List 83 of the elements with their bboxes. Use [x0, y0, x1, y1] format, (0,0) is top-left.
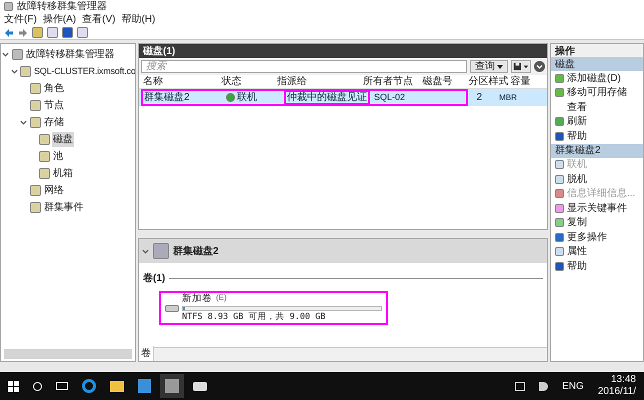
table-row[interactable]: 群集磁盘2 联机 仲裁中的磁盘见证 SQL-02 2 MBR — [139, 89, 547, 106]
panel-header: 磁盘(1) — [139, 44, 547, 58]
forward-icon[interactable] — [18, 28, 28, 38]
table-cell-text: SQL-02 — [374, 90, 406, 104]
node-icon — [30, 185, 41, 196]
horizontal-scrollbar[interactable] — [4, 349, 132, 359]
volume-info: NTFS 8.93 GB 可用，共 9.00 GB — [182, 311, 326, 324]
task-view-icon[interactable] — [56, 382, 68, 390]
action-item[interactable]: 查看 — [567, 100, 587, 115]
tree-item[interactable]: 网络 — [43, 183, 65, 198]
details-title: 群集磁盘2 — [173, 244, 219, 258]
action-item[interactable]: 移动可用存储 — [567, 85, 627, 100]
tree-item[interactable]: 角色 — [43, 81, 65, 96]
back-icon[interactable] — [4, 28, 14, 38]
drive-icon — [165, 304, 179, 312]
clock-date[interactable]: 2016/11/ — [598, 386, 636, 398]
action-item[interactable]: 显示关键事件 — [567, 200, 627, 216]
action-item[interactable]: 添加磁盘(D) — [567, 70, 621, 86]
tree-item[interactable]: 机箱 — [52, 166, 74, 181]
tree-item[interactable]: 群集事件 — [43, 200, 84, 215]
table-cell-text: 群集磁盘2 — [144, 91, 191, 105]
table-cell-text: 2 — [475, 91, 483, 105]
expander-icon[interactable] — [11, 68, 18, 75]
save-icon[interactable] — [511, 60, 531, 73]
online-icon — [226, 93, 235, 102]
panel-icon — [77, 27, 88, 38]
table-cell-text: MBR — [498, 92, 518, 104]
actions-group-header: 群集磁盘2 — [551, 144, 643, 158]
menu-item[interactable]: 操作(A) — [42, 14, 76, 24]
table-cell-text: 仲裁中的磁盘见证 — [287, 90, 367, 105]
column-header[interactable]: 容量 — [510, 74, 543, 89]
drive-icon[interactable] — [193, 382, 207, 390]
action-item[interactable]: 刷新 — [567, 114, 587, 130]
menu-item[interactable]: 文件(F) — [4, 14, 37, 24]
panel-icon — [47, 27, 58, 38]
drive-letter: (E) — [216, 292, 227, 304]
language-indicator[interactable]: ENG — [562, 378, 584, 394]
column-header[interactable]: 名称 — [143, 74, 222, 89]
column-header[interactable]: 分区样式 — [468, 74, 510, 89]
node-icon — [30, 202, 41, 213]
tree-item[interactable]: 池 — [52, 149, 64, 164]
menu-item[interactable]: 查看(V) — [82, 14, 116, 24]
collapse-icon[interactable] — [142, 248, 149, 254]
node-icon — [30, 100, 41, 111]
expander-icon[interactable] — [20, 119, 27, 126]
clock-time[interactable]: 13:48 — [610, 374, 636, 386]
column-header[interactable]: 所有者节点 — [363, 74, 422, 89]
action-item[interactable]: 更多操作 — [567, 230, 607, 245]
actions-group-header: 磁盘 — [551, 57, 643, 71]
tree-item[interactable]: 故障转移群集管理器 — [25, 47, 116, 62]
query-button[interactable]: 查询 — [470, 60, 508, 73]
node-icon — [30, 83, 41, 94]
column-header[interactable]: 磁盘号 — [422, 74, 468, 89]
volume-name: 新加卷 — [182, 292, 212, 306]
node-icon — [39, 151, 50, 162]
action-item[interactable]: 复制 — [567, 215, 587, 230]
node-icon — [39, 168, 50, 179]
table-cell-text: 联机 — [237, 90, 257, 105]
node-icon — [12, 49, 23, 60]
start-icon[interactable] — [8, 380, 19, 392]
expander-icon[interactable] — [2, 51, 9, 58]
expand-icon[interactable] — [534, 61, 545, 72]
caret-icon — [497, 64, 503, 68]
menu-item[interactable]: 帮助(H) — [121, 14, 156, 24]
action-item[interactable]: 帮助 — [567, 258, 587, 274]
window-title: 故障转移群集管理器 — [17, 2, 107, 12]
actions-title: 操作 — [551, 44, 643, 57]
tree-item[interactable]: SQL-CLUSTER.ixmsoft.co — [33, 64, 135, 78]
tree-item[interactable]: 磁盘 — [52, 132, 74, 147]
action-item[interactable]: 脱机 — [567, 172, 587, 187]
node-icon — [20, 66, 31, 77]
tree-item[interactable]: 存储 — [43, 115, 65, 130]
action-item[interactable]: 属性 — [567, 244, 587, 260]
tree-item[interactable]: 节点 — [43, 98, 65, 113]
app-icon — [4, 2, 13, 11]
action-item[interactable]: 帮助 — [567, 128, 587, 144]
volumes-tab[interactable]: 卷 — [139, 346, 154, 361]
node-icon — [39, 134, 50, 145]
node-icon — [30, 117, 41, 128]
column-header[interactable]: 指派给 — [276, 74, 364, 89]
search-field[interactable]: 搜索 — [141, 60, 467, 73]
section-title: 卷(1) — [143, 272, 166, 286]
column-header[interactable]: 状态 — [221, 74, 277, 89]
